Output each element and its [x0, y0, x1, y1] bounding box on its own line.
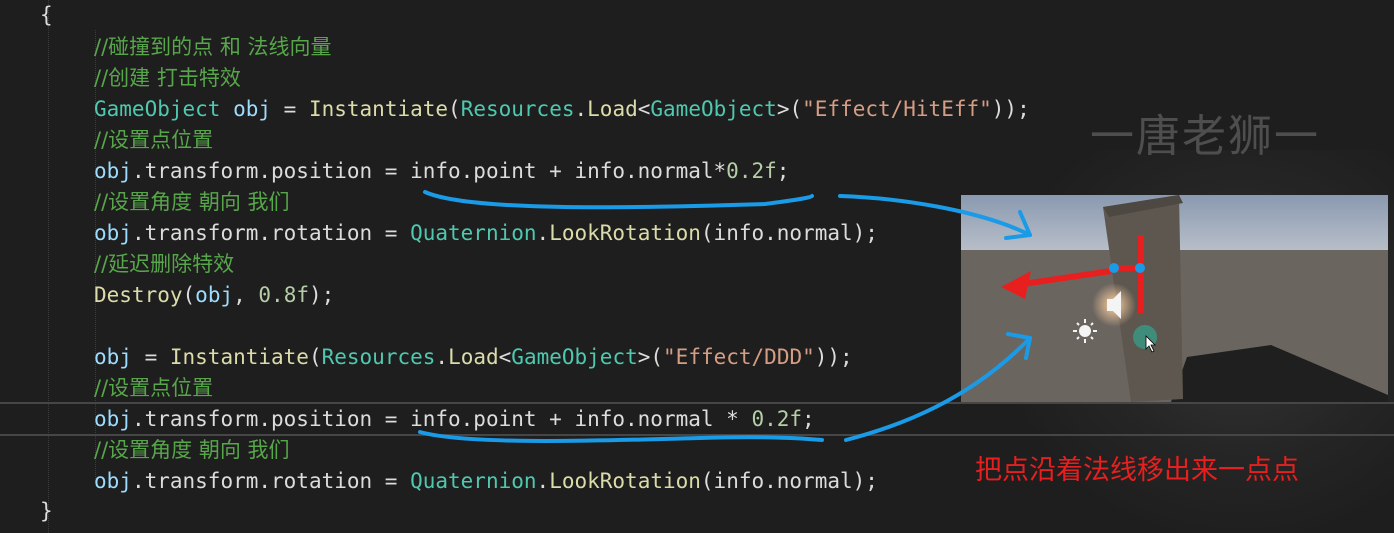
- code-token-op: (info.normal);: [700, 221, 878, 245]
- code-token-str: "Effect/DDD": [663, 345, 815, 369]
- code-token-op: (: [448, 97, 461, 121]
- code-token-op: .: [435, 345, 449, 369]
- code-token-var: obj: [94, 407, 132, 431]
- game-view-screenshot: [961, 195, 1388, 402]
- code-token-op: ,: [233, 283, 259, 307]
- code-token-op: =: [271, 97, 309, 121]
- close-brace: }: [40, 499, 53, 523]
- code-token-var: obj: [94, 345, 132, 369]
- code-token-op: .transform.position = info.point + info.…: [131, 159, 727, 183]
- code-token-op: (: [308, 345, 322, 369]
- code-line[interactable]: //设置点位置: [94, 373, 213, 404]
- code-token-comment: //设置角度 朝向 我们: [94, 190, 290, 214]
- code-token-type: GameObject: [94, 97, 221, 121]
- code-token-op: .: [574, 97, 588, 121]
- code-token-method: LookRotation: [549, 221, 701, 245]
- code-token-method: Load: [448, 345, 499, 369]
- code-line[interactable]: GameObject obj = Instantiate(Resources.L…: [94, 94, 1030, 125]
- code-token-str: "Effect/HitEff": [802, 97, 992, 121]
- code-token-op: .: [536, 469, 550, 493]
- code-token-var: obj: [94, 469, 132, 493]
- code-token-op: <: [498, 345, 512, 369]
- code-token-comment: //延迟删除特效: [94, 252, 235, 276]
- code-line[interactable]: obj.transform.position = info.point + in…: [94, 156, 789, 187]
- annotation-caption: 把点沿着法线移出来一点点: [975, 455, 1299, 486]
- code-token-type: GameObject: [650, 97, 777, 121]
- code-token-var: obj: [94, 221, 132, 245]
- code-token-type: Resources: [460, 97, 575, 121]
- code-token-comment: //设置点位置: [94, 128, 214, 152]
- code-token-comment: //创建 打击特效: [94, 66, 241, 90]
- code-line[interactable]: obj.transform.rotation = Quaternion.Look…: [94, 218, 878, 249]
- code-token-op: ;: [776, 159, 790, 183]
- code-token-op: ;: [802, 407, 815, 431]
- game-scene: [961, 195, 1388, 402]
- code-token-type: Quaternion: [410, 469, 537, 493]
- code-token-op: >(: [776, 97, 803, 121]
- code-token-op: ));: [814, 345, 853, 369]
- code-token-num: 0.2f: [751, 407, 803, 431]
- code-token-comment: //设置点位置: [94, 376, 214, 400]
- code-token-type: Quaternion: [410, 221, 537, 245]
- code-token-op: );: [308, 283, 335, 307]
- code-token-num: 0.8f: [258, 283, 309, 307]
- watermark: 一唐老狮一: [1090, 111, 1320, 162]
- underline-stroke-1: [423, 190, 814, 210]
- code-token-op: .transform.position = info.point + info.…: [131, 407, 752, 431]
- open-brace: {: [40, 3, 53, 27]
- point-marker-inner: [1135, 263, 1145, 273]
- code-line[interactable]: //碰撞到的点 和 法线向量: [94, 32, 332, 63]
- code-token-op: >(: [637, 345, 664, 369]
- code-token-op: (: [182, 283, 196, 307]
- code-token-comment: //设置角度 朝向 我们: [94, 438, 290, 462]
- code-token-comment: //碰撞到的点 和 法线向量: [94, 35, 332, 59]
- code-token-type: GameObject: [511, 345, 638, 369]
- code-token-op: .: [536, 221, 550, 245]
- code-token-method: Instantiate: [169, 345, 309, 369]
- code-token-op: ));: [991, 97, 1030, 121]
- code-line[interactable]: //延迟删除特效: [94, 249, 234, 280]
- code-line[interactable]: //创建 打击特效: [94, 63, 241, 94]
- code-token-method: Destroy: [94, 283, 183, 307]
- code-token-op: [220, 97, 233, 121]
- code-line[interactable]: //设置角度 朝向 我们: [94, 187, 290, 218]
- code-token-num: 0.2f: [726, 159, 777, 183]
- code-token-var: obj: [195, 283, 234, 307]
- code-token-method: Instantiate: [308, 97, 449, 121]
- code-line[interactable]: //设置角度 朝向 我们: [94, 435, 290, 466]
- point-marker-outer: [1109, 263, 1119, 273]
- code-line[interactable]: obj = Instantiate(Resources.Load<GameObj…: [94, 342, 853, 373]
- code-line[interactable]: obj.transform.rotation = Quaternion.Look…: [94, 466, 878, 497]
- code-line[interactable]: Destroy(obj, 0.8f);: [94, 280, 334, 311]
- code-line[interactable]: //设置点位置: [94, 125, 213, 156]
- code-token-var: obj: [94, 159, 132, 183]
- code-token-type: Resources: [321, 345, 436, 369]
- indent-guide: [48, 0, 50, 533]
- code-token-op: <: [637, 97, 651, 121]
- code-token-op: =: [131, 345, 170, 369]
- code-token-var: obj: [233, 97, 272, 121]
- code-token-op: .transform.rotation =: [131, 221, 411, 245]
- code-token-op: (info.normal);: [700, 469, 878, 493]
- code-token-op: .transform.rotation =: [131, 469, 411, 493]
- code-token-method: LookRotation: [549, 469, 701, 493]
- code-line[interactable]: obj.transform.position = info.point + in…: [94, 404, 815, 435]
- code-token-method: Load: [587, 97, 638, 121]
